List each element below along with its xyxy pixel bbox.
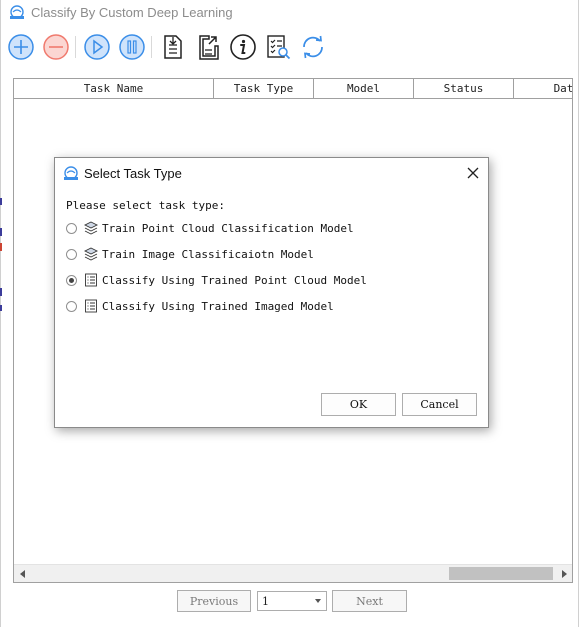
column-header-model[interactable]: Model — [314, 79, 414, 98]
option-train-image[interactable]: Train Image Classificaiotn Model — [66, 245, 314, 263]
refresh-icon — [303, 35, 323, 59]
radio-button-selected[interactable] — [66, 274, 77, 286]
list-document-icon — [85, 273, 97, 287]
select-task-type-dialog: Select Task Type Please select task type… — [54, 157, 489, 428]
app-logo-icon — [64, 166, 78, 180]
edge-mark — [0, 288, 2, 296]
table-header: Task Name Task Type Model Status Dat — [14, 79, 572, 99]
export-file-button[interactable] — [193, 32, 223, 62]
radio-button[interactable] — [66, 222, 77, 234]
column-header-task-name[interactable]: Task Name — [14, 79, 214, 98]
scroll-left-button[interactable] — [14, 565, 31, 582]
app-logo-icon — [10, 5, 24, 19]
window-border-left — [0, 0, 1, 627]
window-title: Classify By Custom Deep Learning — [31, 5, 233, 20]
option-label: Classify Using Trained Point Cloud Model — [102, 273, 367, 287]
scroll-right-button[interactable] — [555, 565, 572, 582]
remove-icon — [43, 34, 69, 60]
dialog-title: Select Task Type — [84, 166, 182, 181]
refresh-button[interactable] — [298, 32, 328, 62]
option-label: Classify Using Trained Imaged Model — [102, 299, 334, 313]
export-file-icon — [199, 35, 219, 60]
title-bar: Classify By Custom Deep Learning — [0, 0, 579, 28]
cancel-button[interactable]: Cancel — [402, 393, 477, 416]
add-icon — [8, 34, 34, 60]
layers-icon — [84, 247, 98, 261]
radio-button[interactable] — [66, 300, 77, 312]
edge-mark — [0, 243, 2, 251]
toolbar-separator — [75, 36, 76, 58]
arrow-right-icon — [561, 569, 567, 578]
column-header-task-type[interactable]: Task Type — [214, 79, 314, 98]
page-select[interactable]: 1 — [257, 591, 327, 611]
toolbar-separator — [151, 36, 152, 58]
option-label: Train Point Cloud Classification Model — [102, 221, 354, 235]
previous-button[interactable]: Previous — [177, 590, 251, 612]
play-icon — [84, 34, 110, 60]
chevron-down-icon — [315, 599, 321, 603]
main-window: Classify By Custom Deep Learning Task Na… — [0, 0, 579, 627]
pause-button[interactable] — [117, 32, 147, 62]
column-header-date[interactable]: Dat — [514, 79, 572, 98]
option-train-point-cloud[interactable]: Train Point Cloud Classification Model — [66, 219, 354, 237]
close-icon[interactable] — [466, 166, 480, 180]
option-classify-image[interactable]: Classify Using Trained Imaged Model — [66, 297, 334, 315]
option-classify-point-cloud[interactable]: Classify Using Trained Point Cloud Model — [66, 271, 367, 289]
edge-mark — [0, 305, 2, 311]
run-button[interactable] — [82, 32, 112, 62]
radio-button[interactable] — [66, 248, 77, 260]
layers-icon — [84, 221, 98, 235]
remove-button[interactable] — [41, 32, 71, 62]
next-button[interactable]: Next — [332, 590, 407, 612]
horizontal-scrollbar[interactable] — [14, 564, 572, 582]
list-document-icon — [85, 299, 97, 313]
arrow-left-icon — [19, 569, 25, 578]
column-header-status[interactable]: Status — [414, 79, 514, 98]
page-select-value: 1 — [262, 595, 269, 608]
add-button[interactable] — [6, 32, 36, 62]
export-report-icon — [164, 35, 182, 59]
scrollbar-thumb[interactable] — [449, 567, 553, 580]
option-label: Train Image Classificaiotn Model — [102, 247, 314, 261]
pause-icon — [119, 34, 145, 60]
dialog-prompt: Please select task type: — [66, 199, 225, 212]
ok-button[interactable]: OK — [321, 393, 396, 416]
task-list-search-button[interactable] — [263, 32, 293, 62]
toolbar — [0, 30, 579, 64]
info-icon — [230, 34, 256, 60]
edge-mark — [0, 228, 2, 236]
info-button[interactable] — [228, 32, 258, 62]
task-list-search-icon — [267, 35, 291, 60]
export-report-button[interactable] — [158, 32, 188, 62]
edge-mark — [0, 198, 2, 205]
